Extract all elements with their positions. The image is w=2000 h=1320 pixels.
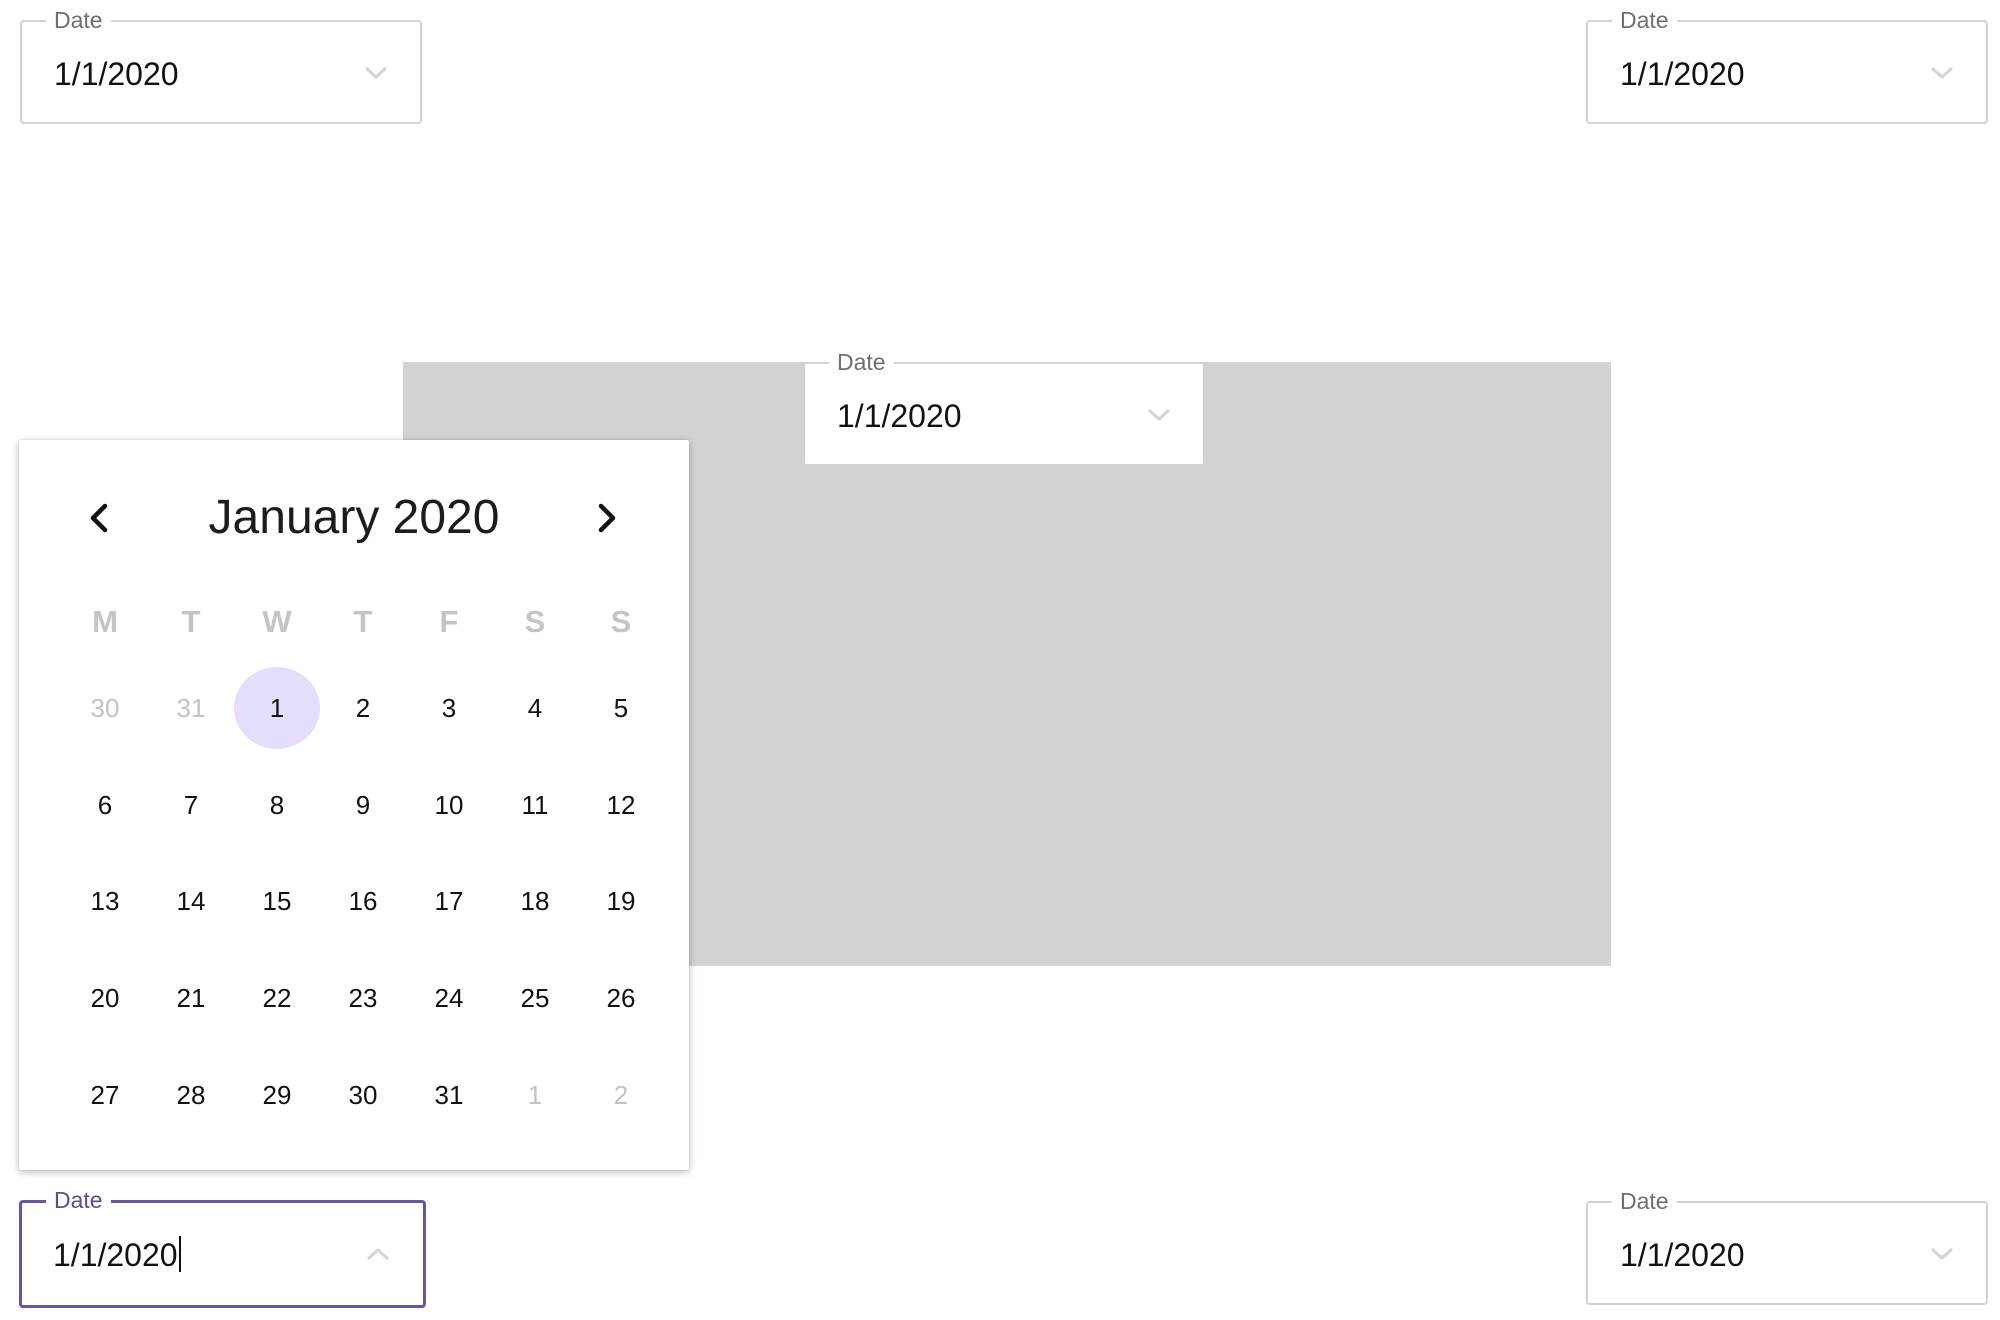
calendar-day[interactable]: 31 (148, 665, 234, 751)
calendar-day[interactable]: 15 (234, 858, 320, 944)
weekday-label: T (353, 604, 373, 639)
calendar-week-row: 30 31 1 2 3 4 5 (62, 665, 665, 751)
date-field-label: Date (46, 6, 111, 34)
calendar-week-row: 13 14 15 16 17 18 19 (62, 858, 665, 944)
date-field-value[interactable]: 1/1/2020 (53, 1235, 181, 1275)
date-field-label: Date (46, 1186, 111, 1214)
calendar-day[interactable]: 6 (62, 762, 148, 848)
calendar-day[interactable]: 9 (320, 762, 406, 848)
calendar-day[interactable]: 17 (406, 858, 492, 944)
date-field-center[interactable]: Date 1/1/2020 (803, 348, 1205, 466)
calendar-day[interactable]: 11 (492, 762, 578, 848)
calendar-day[interactable]: 5 (578, 665, 664, 751)
calendar-day[interactable]: 20 (62, 955, 148, 1041)
calendar-day[interactable]: 12 (578, 762, 664, 848)
calendar-week-row: 6 7 8 9 10 11 12 (62, 762, 665, 848)
calendar-day[interactable]: 25 (492, 955, 578, 1041)
date-field-label: Date (1612, 6, 1677, 34)
calendar-day[interactable]: 21 (148, 955, 234, 1041)
calendar-day[interactable]: 24 (406, 955, 492, 1041)
calendar-day[interactable]: 3 (406, 665, 492, 751)
calendar-day[interactable]: 18 (492, 858, 578, 944)
calendar-day[interactable]: 13 (62, 858, 148, 944)
calendar-day[interactable]: 27 (62, 1052, 148, 1138)
calendar-week-row: 20 21 22 23 24 25 26 (62, 955, 665, 1041)
date-field-label: Date (1612, 1187, 1677, 1215)
chevron-up-icon[interactable] (364, 1243, 392, 1265)
calendar-day[interactable]: 22 (234, 955, 320, 1041)
weekday-label: F (439, 604, 459, 639)
calendar-day[interactable]: 7 (148, 762, 234, 848)
date-field-value: 1/1/2020 (54, 56, 179, 92)
calendar-day[interactable]: 2 (578, 1052, 664, 1138)
calendar-day[interactable]: 28 (148, 1052, 234, 1138)
calendar-popup: January 2020 M T W T F S S 30 31 1 2 3 4… (19, 440, 689, 1170)
date-field-top-right[interactable]: Date 1/1/2020 (1586, 6, 1988, 124)
calendar-day[interactable]: 30 (62, 665, 148, 751)
calendar-day[interactable]: 1 (492, 1052, 578, 1138)
calendar-day[interactable]: 14 (148, 858, 234, 944)
weekday-label: M (92, 604, 118, 639)
weekday-label: S (524, 604, 546, 639)
calendar-day-selected[interactable]: 1 (234, 665, 320, 751)
weekday-label: W (262, 604, 292, 639)
date-field-bottom-right[interactable]: Date 1/1/2020 (1586, 1187, 1988, 1305)
chevron-down-icon[interactable] (1145, 404, 1173, 426)
calendar-day[interactable]: 31 (406, 1052, 492, 1138)
date-field-bottom-left[interactable]: Date 1/1/2020 (19, 1186, 426, 1308)
date-field-value: 1/1/2020 (1620, 56, 1745, 92)
calendar-day[interactable]: 19 (578, 858, 664, 944)
text-caret (178, 1236, 181, 1272)
calendar-week-row: 27 28 29 30 31 1 2 (62, 1052, 665, 1138)
date-field-value: 1/1/2020 (1620, 1237, 1745, 1273)
calendar-day[interactable]: 30 (320, 1052, 406, 1138)
date-field-value: 1/1/2020 (837, 398, 962, 434)
page: Date 1/1/2020 Date 1/1/2020 Date 1/1/202… (0, 0, 2000, 1320)
chevron-down-icon[interactable] (1928, 1243, 1956, 1265)
calendar-day[interactable]: 26 (578, 955, 664, 1041)
calendar-day[interactable]: 8 (234, 762, 320, 848)
chevron-down-icon[interactable] (362, 62, 390, 84)
weekday-label: S (610, 604, 632, 639)
calendar-day[interactable]: 29 (234, 1052, 320, 1138)
date-field-label: Date (829, 348, 894, 376)
calendar-day[interactable]: 10 (406, 762, 492, 848)
weekday-header: M T W T F S S (62, 602, 665, 642)
date-field-top-left[interactable]: Date 1/1/2020 (20, 6, 422, 124)
calendar-day[interactable]: 16 (320, 858, 406, 944)
calendar-day[interactable]: 4 (492, 665, 578, 751)
calendar-day[interactable]: 2 (320, 665, 406, 751)
weekday-label: T (181, 604, 201, 639)
chevron-right-icon[interactable] (587, 496, 627, 540)
chevron-down-icon[interactable] (1928, 62, 1956, 84)
calendar-day[interactable]: 23 (320, 955, 406, 1041)
